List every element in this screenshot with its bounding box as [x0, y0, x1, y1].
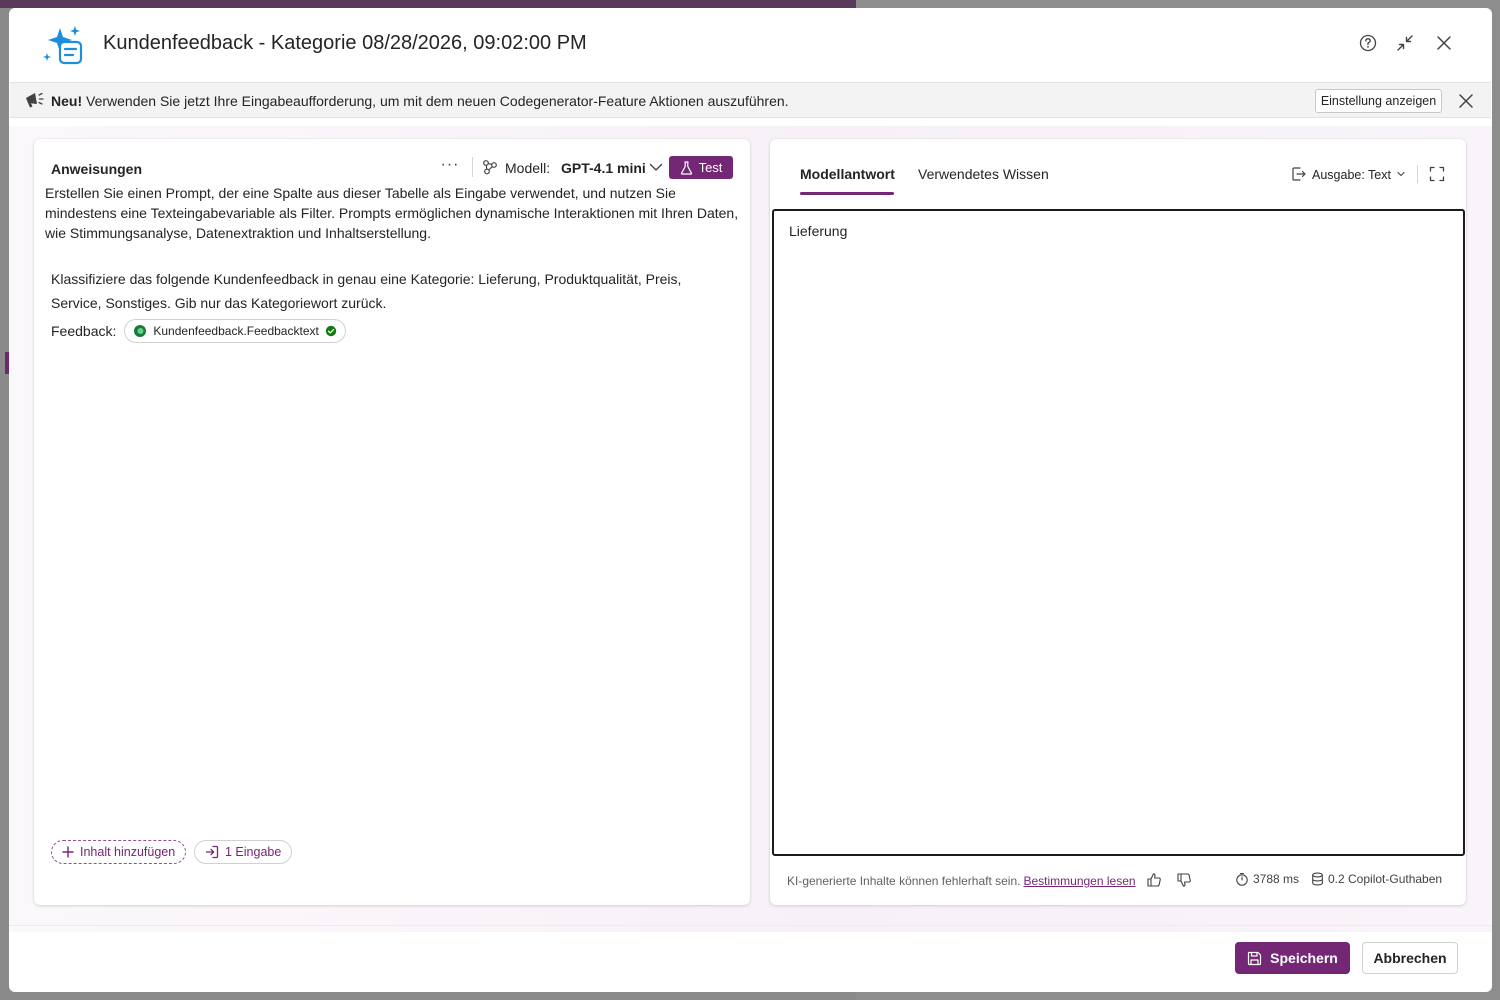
help-icon	[1359, 34, 1377, 52]
credits-value: 0.2 Copilot-Guthaben	[1328, 872, 1443, 886]
inputs-label: 1 Eingabe	[225, 845, 282, 859]
sign-in-icon	[205, 845, 219, 859]
thumbs-down-icon[interactable]	[1176, 872, 1192, 888]
copilot-prompt-icon	[43, 26, 83, 65]
save-button-label: Speichern	[1270, 950, 1338, 966]
copilot-credits: 0.2 Copilot-Guthaben	[1311, 872, 1442, 886]
background-app-header	[0, 0, 856, 8]
close-icon[interactable]	[1457, 92, 1475, 110]
active-tab-indicator	[800, 192, 894, 195]
notice-new-label: Neu!	[51, 93, 83, 109]
output-icon	[1292, 167, 1306, 181]
terms-link[interactable]: Bestimmungen lesen	[1023, 874, 1135, 888]
test-button[interactable]: Test	[669, 156, 733, 179]
prompt-dialog: Kundenfeedback - Kategorie 08/28/2026, 0…	[9, 8, 1492, 992]
notice-bar: Neu! Verwenden Sie jetzt Ihre Eingabeauf…	[10, 82, 1491, 118]
collapse-button[interactable]	[1395, 33, 1415, 53]
megaphone-icon	[26, 92, 44, 108]
more-options-button[interactable]: ···	[440, 157, 460, 177]
collapse-icon	[1397, 35, 1413, 51]
coins-icon	[1312, 872, 1323, 886]
toolbar-divider	[472, 157, 473, 177]
prompt-feedback-line: Feedback: Kundenfeedback.Feedbacktext	[51, 319, 346, 343]
chevron-down-icon[interactable]	[1396, 169, 1406, 179]
check-circle-icon	[325, 325, 337, 337]
model-select[interactable]: GPT-4.1 mini	[561, 160, 646, 176]
test-button-label: Test	[698, 160, 723, 175]
input-variable-label: Kundenfeedback.Feedbacktext	[153, 324, 319, 338]
add-content-button[interactable]: Inhalt hinzufügen	[51, 840, 187, 864]
duration-value: 3788 ms	[1253, 872, 1300, 886]
close-dialog-button[interactable]	[1434, 33, 1454, 53]
cancel-button[interactable]: Abbrechen	[1362, 942, 1458, 974]
ai-disclaimer: KI-generierte Inhalte können fehlerhaft …	[787, 873, 1136, 889]
instructions-title: Anweisungen	[51, 161, 143, 177]
output-format-select[interactable]: Text	[1368, 168, 1391, 182]
save-icon	[1248, 951, 1262, 965]
chevron-down-icon[interactable]	[648, 159, 664, 175]
show-setting-button[interactable]: Einstellung anzeigen	[1315, 89, 1442, 113]
add-content-label: Inhalt hinzufügen	[80, 845, 176, 859]
model-response-output[interactable]: Lieferung	[772, 209, 1465, 856]
flask-icon	[680, 160, 692, 175]
feedback-label: Feedback:	[51, 323, 117, 339]
response-panel: Modellantwort Verwendetes Wissen Ausgabe…	[770, 139, 1466, 905]
model-icon	[483, 160, 497, 175]
timer-icon	[1236, 872, 1248, 886]
save-button[interactable]: Speichern	[1235, 942, 1350, 974]
tab-used-knowledge[interactable]: Verwendetes Wissen	[918, 166, 1049, 182]
close-icon	[1437, 36, 1451, 50]
response-duration: 3788 ms	[1235, 872, 1299, 886]
prompt-text[interactable]: Klassifiziere das folgende Kundenfeedbac…	[51, 267, 733, 315]
model-response-text: Lieferung	[789, 223, 848, 239]
model-label: Modell:	[505, 160, 551, 176]
thumbs-up-icon[interactable]	[1146, 872, 1162, 888]
notice-message: Neu! Verwenden Sie jetzt Ihre Eingabeauf…	[51, 93, 789, 109]
footer-divider	[9, 925, 1492, 926]
dataverse-icon	[134, 325, 147, 337]
instructions-description: Erstellen Sie einen Prompt, der eine Spa…	[45, 185, 739, 241]
toolbar-divider	[1417, 165, 1418, 183]
inputs-button[interactable]: 1 Eingabe	[194, 840, 293, 864]
input-variable-chip[interactable]: Kundenfeedback.Feedbacktext	[124, 319, 346, 343]
expand-icon[interactable]	[1429, 166, 1445, 182]
output-label: Ausgabe:	[1312, 168, 1365, 182]
plus-icon	[62, 846, 74, 858]
help-button[interactable]	[1358, 33, 1378, 53]
tab-model-response[interactable]: Modellantwort	[800, 166, 895, 182]
instructions-panel: Anweisungen ··· Modell: GPT-4.1 mini Tes…	[34, 139, 750, 905]
notice-text: Verwenden Sie jetzt Ihre Eingabeaufforde…	[82, 93, 789, 109]
dialog-title: Kundenfeedback - Kategorie 08/28/2026, 0…	[103, 32, 587, 54]
ai-disclaimer-text: KI-generierte Inhalte können fehlerhaft …	[787, 874, 1021, 888]
